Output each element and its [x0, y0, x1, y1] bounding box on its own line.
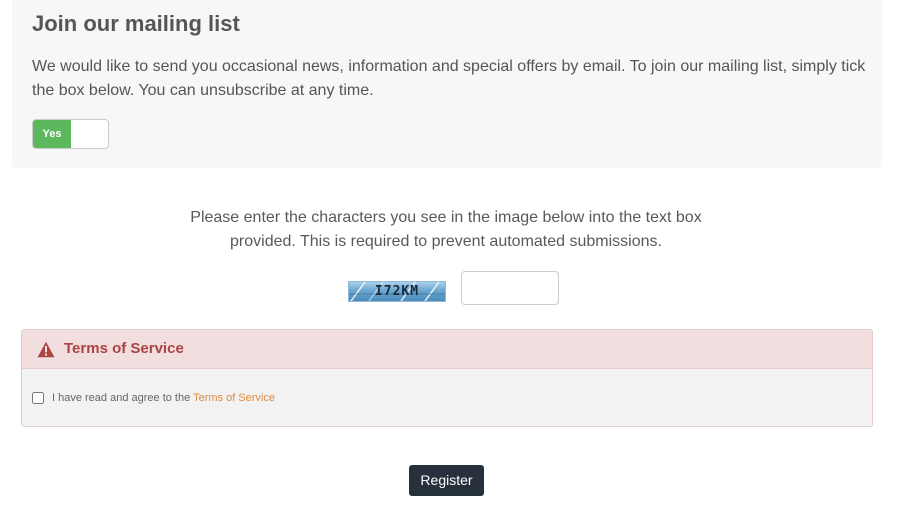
toggle-yes-label: Yes [33, 120, 71, 148]
warning-icon [37, 341, 55, 358]
mailing-list-panel: Join our mailing list We would like to s… [12, 0, 882, 168]
terms-agree-prefix: I have read and agree to the [52, 392, 191, 404]
terms-agree-label: I have read and agree to the Terms of Se… [52, 390, 275, 406]
captcha-image: I72KM [348, 281, 446, 302]
terms-of-service-panel: Terms of Service I have read and agree t… [21, 329, 873, 427]
mailing-list-toggle[interactable]: Yes [32, 119, 109, 149]
terms-agree-checkbox[interactable] [32, 392, 44, 404]
terms-of-service-link[interactable]: Terms of Service [193, 392, 275, 404]
captcha-input[interactable] [461, 271, 559, 305]
register-button[interactable]: Register [409, 465, 484, 496]
mailing-list-description: We would like to send you occasional new… [32, 58, 866, 99]
terms-heading: Terms of Service [64, 340, 184, 357]
captcha-instructions: Please enter the characters you see in t… [190, 209, 702, 250]
mailing-list-title: Join our mailing list [32, 11, 240, 36]
captcha-code: I72KM [374, 284, 420, 299]
terms-heading-bar: Terms of Service [22, 330, 872, 369]
